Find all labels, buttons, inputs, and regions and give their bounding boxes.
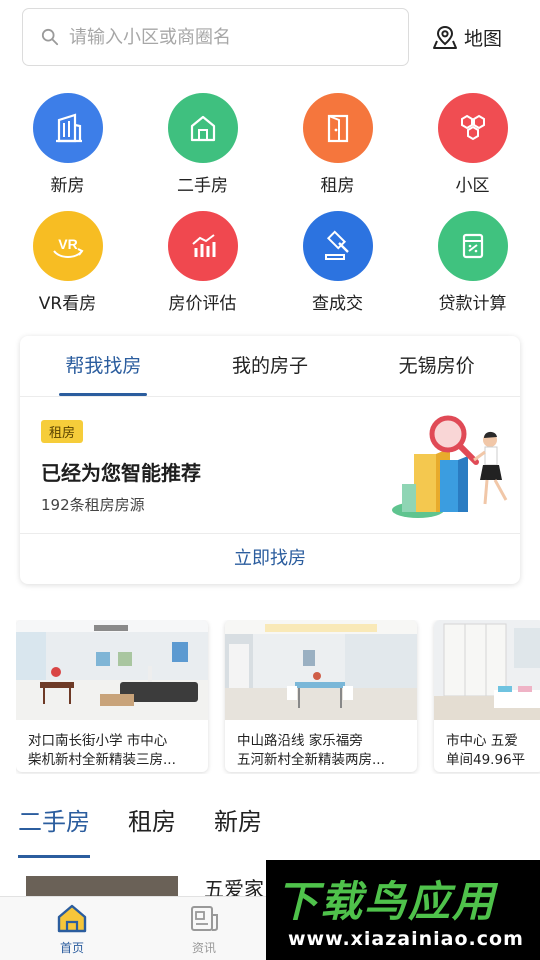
calculator-icon [437, 211, 508, 281]
rent-tag: 租房 [41, 420, 84, 443]
grid-item-rent[interactable]: 租房 [270, 93, 405, 211]
grid-item-price-estimate[interactable]: 房价评估 [135, 211, 270, 329]
tab-city-price[interactable]: 无锡房价 [353, 336, 520, 396]
listing-line: 对口南长街小学 市中心 [28, 733, 168, 749]
listing-card[interactable]: 市中心 五爱 单间49.96平 [434, 620, 540, 772]
listing-card[interactable]: 中山路沿线 家乐福旁 五河新村全新精装两房... [225, 620, 417, 772]
tab-rent[interactable]: 租房 [128, 800, 176, 852]
tab-new-house[interactable]: 新房 [214, 800, 262, 852]
grid-label: 新房 [50, 176, 85, 196]
listing-line: 五河新村全新精装两房... [237, 752, 385, 768]
grid-label: 查成交 [312, 294, 363, 314]
search-input[interactable] [69, 26, 389, 48]
hexagons-icon [437, 93, 508, 163]
grid-label: 租房 [320, 176, 355, 196]
bar-chart-icon [167, 211, 238, 281]
card-tabs: 帮我找房 我的房子 无锡房价 [20, 336, 520, 397]
listing-line: 柴机新村全新精装三房... [28, 752, 176, 768]
search-icon [41, 28, 59, 46]
building-icon [32, 93, 103, 163]
nav-label: 资讯 [191, 941, 216, 955]
grid-label: 贷款计算 [438, 294, 507, 314]
grid-label: 二手房 [177, 176, 228, 196]
house-icon [167, 93, 238, 163]
grid-item-community[interactable]: 小区 [405, 93, 540, 211]
grid-label: VR看房 [38, 294, 97, 314]
search-bar[interactable] [22, 8, 409, 66]
listing-photo [16, 620, 208, 720]
map-button[interactable]: 地图 [432, 22, 502, 52]
tab-my-house[interactable]: 我的房子 [187, 336, 354, 396]
grid-item-vr[interactable]: VR VR看房 [0, 211, 135, 329]
watermark-url: www.xiazainiao.com [288, 928, 524, 950]
map-pin-icon [433, 25, 457, 49]
listing-card[interactable]: 对口南长街小学 市中心 柴机新村全新精装三房... [16, 620, 208, 772]
magnifier-illustration [392, 415, 508, 518]
feature-grid: 新房 二手房 租房 小区 VR VR看房 房价评估 查成交 贷款计算 [0, 93, 540, 329]
map-label: 地图 [464, 27, 503, 50]
gavel-icon [302, 211, 373, 281]
tab-second-hand[interactable]: 二手房 [18, 800, 90, 858]
svg-text:VR: VR [58, 236, 77, 252]
grid-item-loan-calc[interactable]: 贷款计算 [405, 211, 540, 329]
listing-photo [225, 620, 417, 720]
home-icon [57, 904, 87, 933]
watermark-title: 下载鸟应用 [276, 877, 497, 926]
recommend-title: 已经为您智能推荐 [41, 461, 201, 485]
nav-news[interactable]: 资讯 [169, 903, 239, 956]
recommend-count: 192条租房房源 [41, 496, 145, 514]
grid-item-new-house[interactable]: 新房 [0, 93, 135, 211]
recommend-card: 帮我找房 我的房子 无锡房价 租房 已经为您智能推荐 192条租房房源 立即找房 [20, 336, 520, 584]
grid-item-second-hand[interactable]: 二手房 [135, 93, 270, 211]
listing-line: 单间49.96平 [446, 752, 526, 768]
grid-label: 小区 [455, 176, 490, 196]
category-tabs: 二手房 租房 新房 [18, 800, 262, 858]
nav-home[interactable]: 首页 [37, 903, 107, 956]
news-icon [191, 906, 218, 931]
listing-line: 中山路沿线 家乐福旁 [237, 733, 363, 749]
tab-find-house[interactable]: 帮我找房 [20, 336, 187, 396]
find-house-button[interactable]: 立即找房 [20, 534, 520, 584]
watermark-banner: 下载鸟应用 www.xiazainiao.com [266, 860, 540, 960]
vr-icon: VR [32, 211, 103, 281]
door-icon [302, 93, 373, 163]
grid-label: 房价评估 [168, 294, 237, 314]
nav-label: 首页 [59, 941, 84, 955]
listing-carousel[interactable]: 对口南长街小学 市中心 柴机新村全新精装三房... 中山路沿线 家乐福旁 五河新… [16, 620, 540, 774]
grid-item-transactions[interactable]: 查成交 [270, 211, 405, 329]
listing-line: 市中心 五爱 [446, 733, 518, 749]
listing-photo [434, 620, 540, 720]
